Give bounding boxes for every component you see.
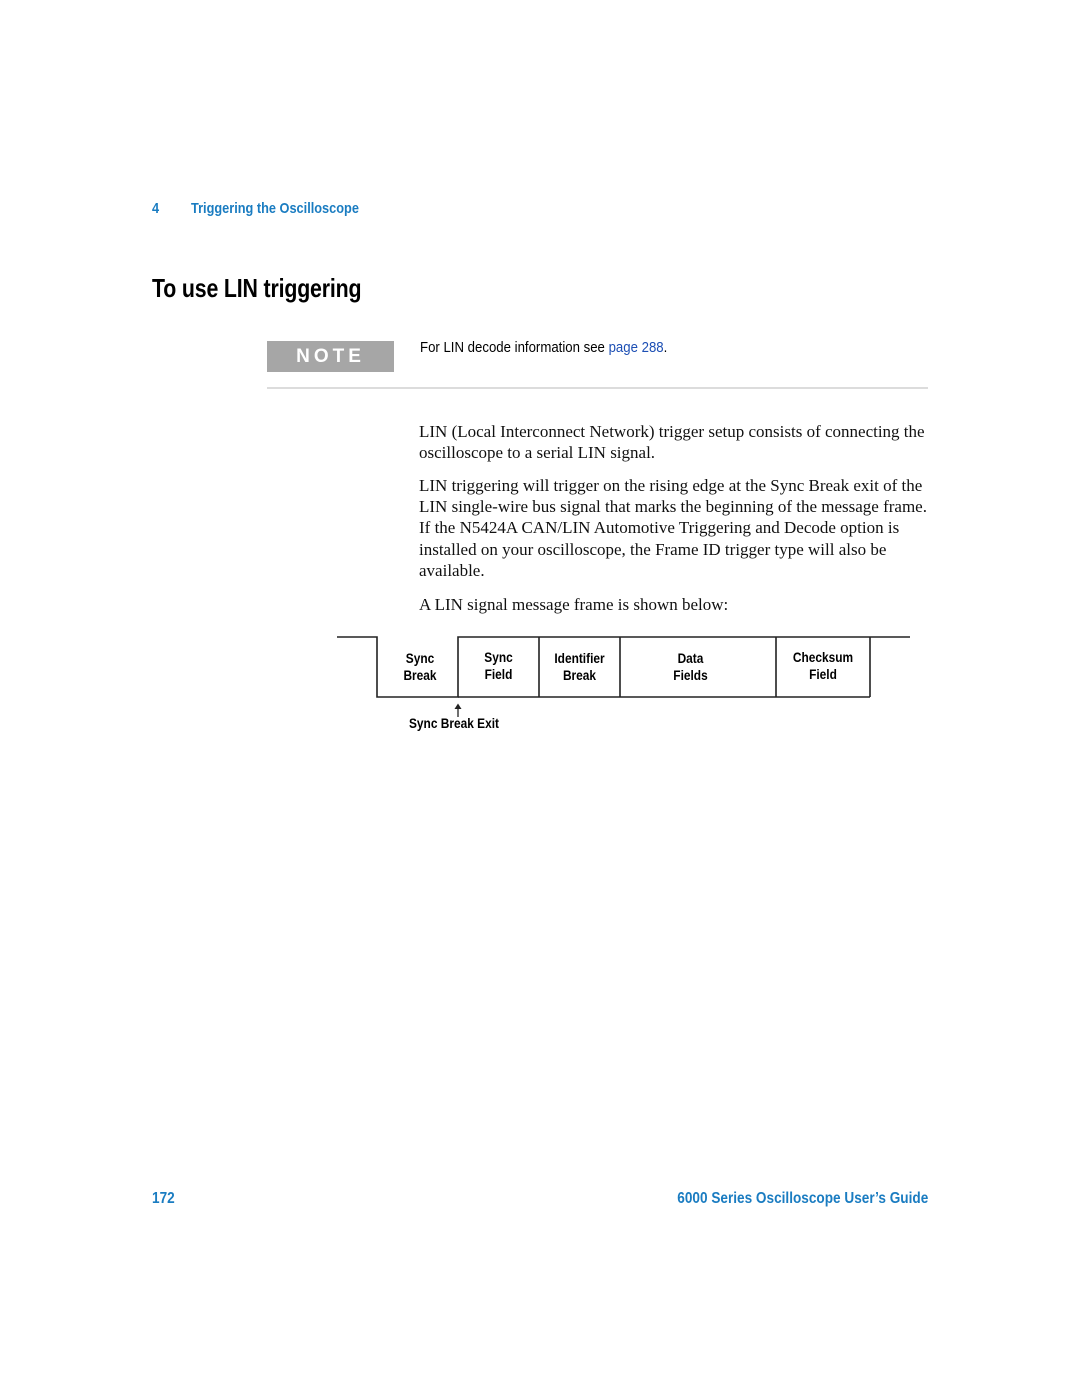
page-link[interactable]: page 288 xyxy=(609,339,664,356)
body-paragraph: A LIN signal message frame is shown belo… xyxy=(419,595,729,614)
body-paragraph: LIN (Local Interconnect Network) trigger… xyxy=(419,422,925,463)
field-identifier-break: Identifier Break xyxy=(545,650,614,684)
page-title: To use LIN triggering xyxy=(152,273,362,303)
field-label-line: Break xyxy=(562,667,597,683)
field-label-line: Checksum xyxy=(792,649,854,665)
field-label-line: Sync xyxy=(405,650,435,666)
note-badge: NOTE xyxy=(267,341,394,372)
field-label-line: Data xyxy=(677,650,704,666)
field-sync-break: Sync Break xyxy=(383,650,456,684)
field-label-line: Field xyxy=(809,666,837,682)
field-label-line: Sync xyxy=(484,649,513,665)
chapter-number: 4 xyxy=(152,200,160,217)
field-sync-field: Sync Field xyxy=(464,649,533,683)
field-label-line: Field xyxy=(484,666,513,682)
footer-page-number: 172 xyxy=(152,1190,175,1207)
field-label-line: Break xyxy=(403,667,437,683)
field-label-line: Fields xyxy=(673,667,708,683)
body-paragraph: LIN triggering will trigger on the risin… xyxy=(419,476,927,580)
chapter-title: Triggering the Oscilloscope xyxy=(191,200,359,217)
note-text: For LIN decode information see page 288. xyxy=(420,339,667,356)
footer-guide-title: 6000 Series Oscilloscope User’s Guide xyxy=(677,1190,928,1207)
note-text-prefix: For LIN decode information see xyxy=(420,339,609,356)
field-label-line: Identifier xyxy=(554,650,605,666)
note-text-suffix: . xyxy=(663,339,668,356)
lin-frame-diagram xyxy=(337,636,910,717)
field-checksum-field: Checksum Field xyxy=(783,649,863,683)
field-data-fields: Data Fields xyxy=(631,650,751,684)
note-divider xyxy=(267,387,928,389)
sync-break-exit-label: Sync Break Exit xyxy=(409,715,499,731)
